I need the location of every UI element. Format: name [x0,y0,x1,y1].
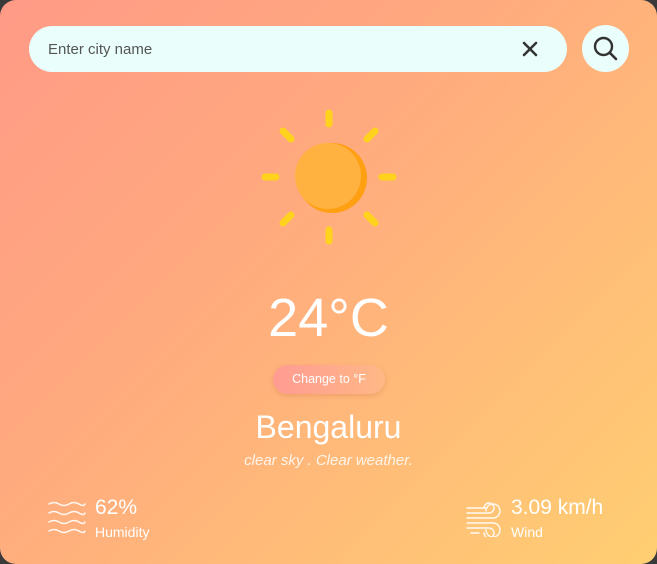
weather-card: 24°C Change to °F Bengaluru clear sky . … [0,0,657,564]
wind-label: Wind [511,524,543,540]
waves-icon [48,501,86,534]
temperature-display: 24°C [268,288,389,348]
humidity-label: Humidity [95,524,150,540]
search-input[interactable] [29,26,518,72]
clear-search-button[interactable] [517,36,543,62]
weather-description: clear sky . Clear weather. [244,452,413,469]
search-button[interactable] [582,25,629,72]
close-icon [522,41,538,57]
city-name: Bengaluru [255,409,402,445]
humidity-value: 62% [95,496,138,519]
wind-icon [466,502,501,537]
search-icon [593,36,618,61]
unit-toggle-button[interactable]: Change to °F [273,365,385,394]
wind-value: 3.09 km/h [511,496,604,519]
sun-icon [261,109,397,245]
search-bar [29,26,567,72]
